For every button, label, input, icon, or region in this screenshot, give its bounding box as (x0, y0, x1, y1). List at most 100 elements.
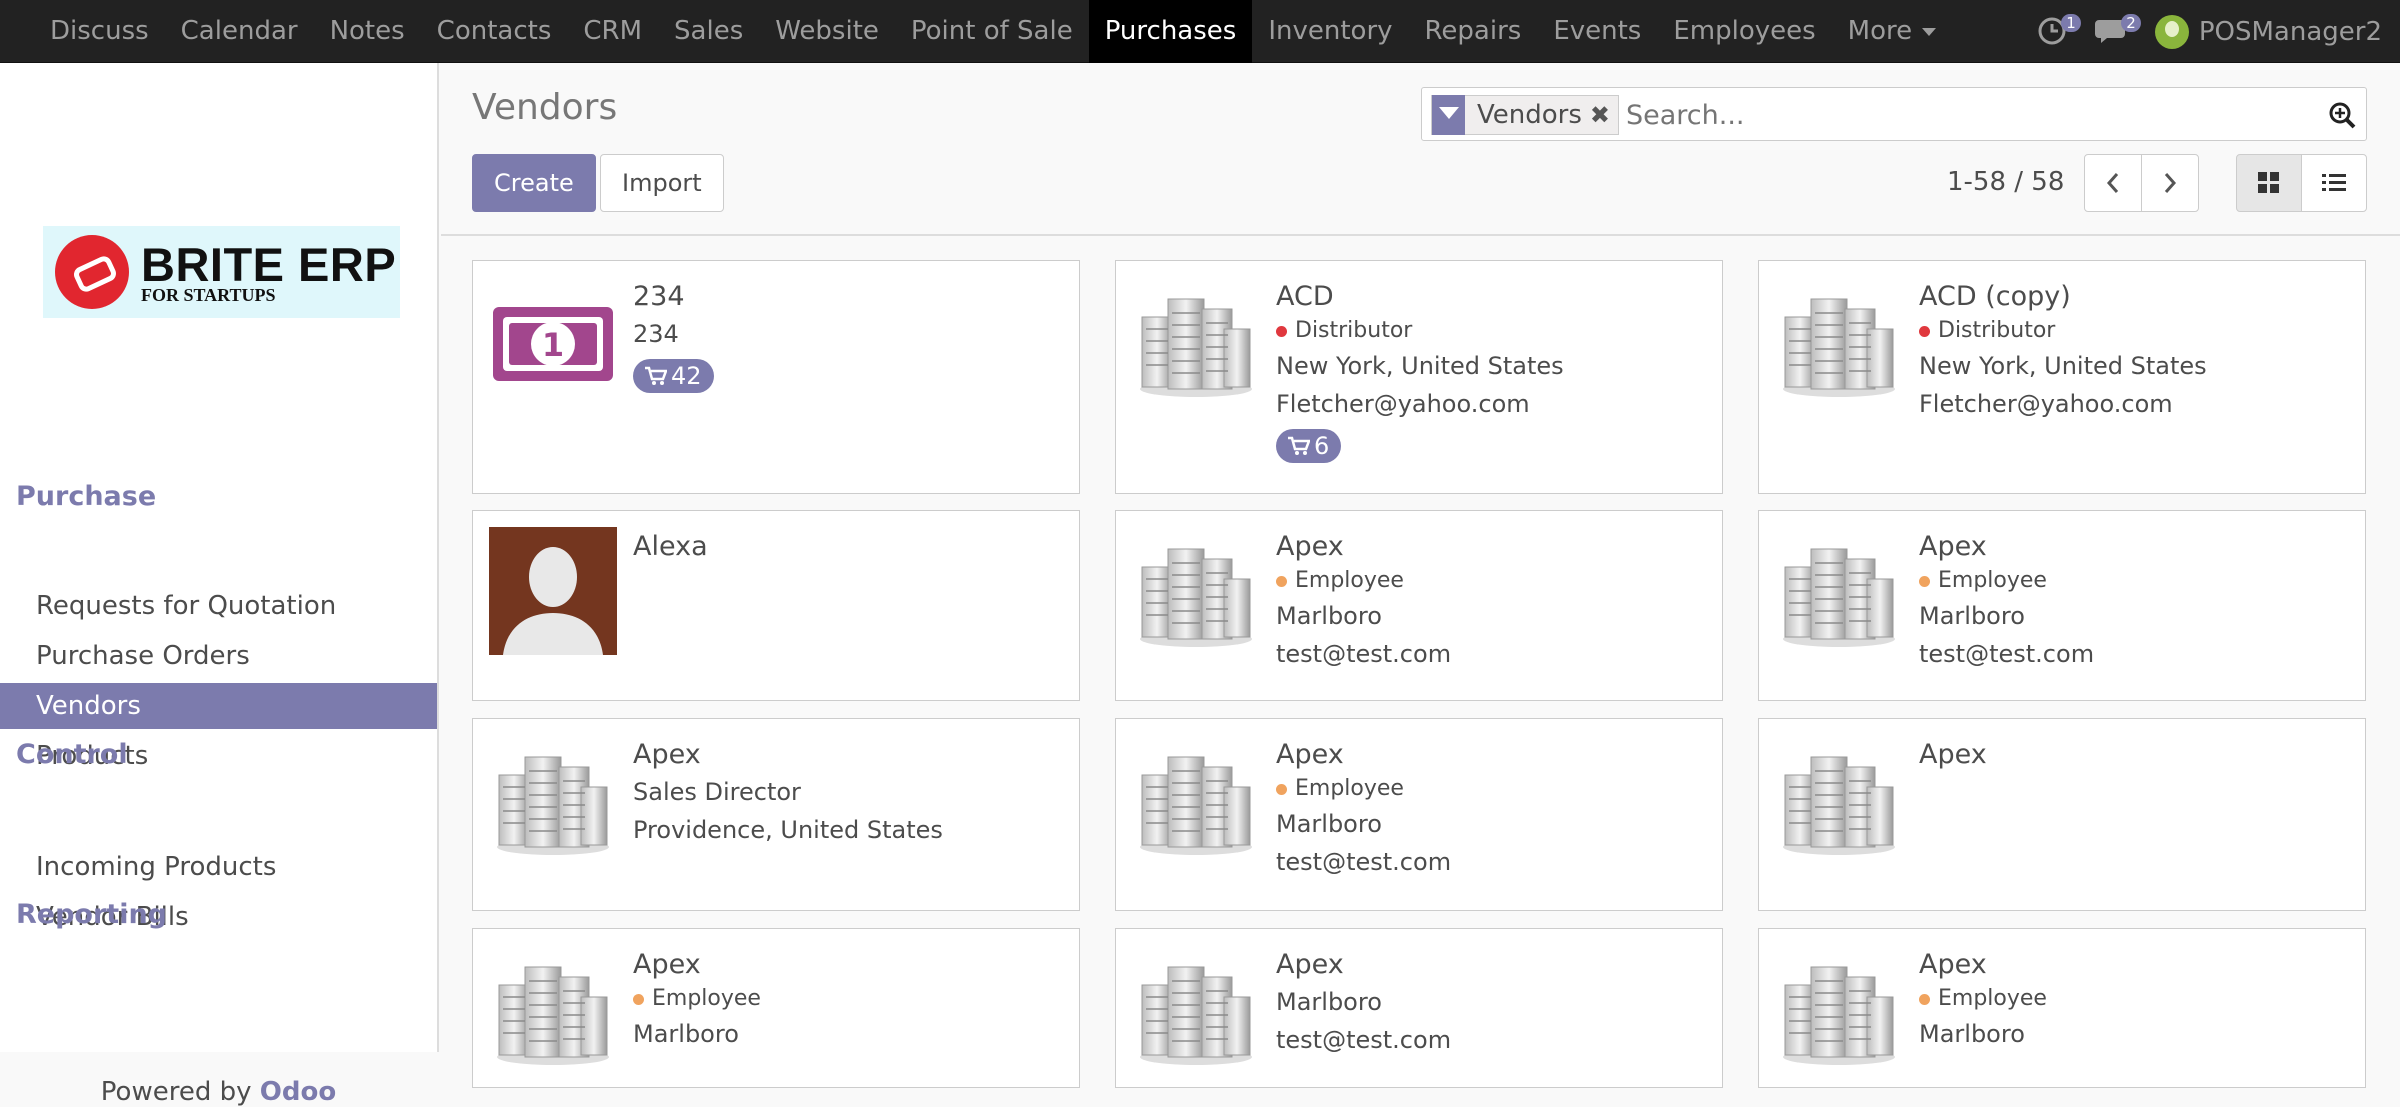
menu-item-employees[interactable]: Employees (1657, 0, 1831, 63)
logo-mark (55, 235, 129, 309)
pager-value[interactable]: 1-58 / 58 (1947, 167, 2064, 197)
sidebar-item-requests-for-quotation[interactable]: Requests for Quotation (0, 583, 437, 629)
menu-item-point-of-sale[interactable]: Point of Sale (895, 0, 1089, 63)
vendor-card[interactable]: Apex Sales Director Providence, United Sta… (472, 718, 1080, 911)
search-bar: Vendors ✖ (1421, 87, 2367, 141)
building-icon (1132, 529, 1260, 657)
tag-color-dot (1919, 325, 1930, 337)
kanban-view-button[interactable] (2236, 154, 2302, 212)
menu-item-label: Purchases (1104, 16, 1237, 46)
vendor-name: Apex (633, 949, 701, 980)
tag-label: Distributor (1938, 318, 2056, 343)
menu-item-label: Notes (329, 16, 405, 46)
menu-item-label: Website (775, 16, 879, 46)
vendor-card[interactable]: Apex Employee Marlboro test@test.com (1115, 718, 1723, 911)
section-reporting[interactable]: Reporting (16, 899, 167, 930)
menu-item-calendar[interactable]: Calendar (165, 0, 314, 63)
sidebar-item-purchase-orders[interactable]: Purchase Orders (0, 633, 437, 679)
vendor-card[interactable]: ACD Distributor New York, United States Fle… (1115, 260, 1723, 494)
vendor-detail: Marlboro (1276, 810, 1382, 838)
menu-item-notes[interactable]: Notes (314, 0, 421, 63)
create-button[interactable]: Create (472, 154, 596, 212)
user-menu[interactable]: POSManager2 (2199, 17, 2382, 47)
menu-item-label: Calendar (180, 16, 298, 46)
vendor-detail: Fletcher@yahoo.com (1276, 390, 1530, 418)
control-panel: Vendors Create Import Vendors ✖ 1-58 / 5… (441, 63, 2400, 236)
menu-item-label: Point of Sale (910, 16, 1073, 46)
company-logo: BRITE ERP FOR STARTUPS (43, 226, 400, 318)
grid-icon (2258, 172, 2279, 193)
vendor-card[interactable]: Apex (1758, 718, 2366, 911)
menu-item-crm[interactable]: CRM (567, 0, 658, 63)
vendor-card[interactable]: Apex Employee Marlboro test@test.com (1758, 510, 2366, 701)
menu-item-more[interactable]: More (1832, 0, 1952, 63)
vendor-card[interactable]: Apex Employee Marlboro test@test.com (1115, 510, 1723, 701)
vendor-name: Apex (1919, 739, 1987, 770)
vendor-card[interactable]: Apex Employee Marlboro (472, 928, 1080, 1088)
vendor-name: Apex (1919, 531, 1987, 562)
building-icon (1775, 279, 1903, 407)
logo-title: BRITE ERP (141, 237, 397, 291)
vendor-detail: test@test.com (1276, 640, 1452, 668)
building-icon (489, 947, 617, 1075)
chevron-right-icon (2164, 173, 2177, 193)
menu-item-events[interactable]: Events (1537, 0, 1657, 63)
vendor-name: Apex (633, 739, 701, 770)
vendor-detail: 234 (633, 320, 679, 348)
vendor-tag: Distributor (1919, 315, 2355, 347)
vendor-detail: test@test.com (1919, 640, 2095, 668)
vendor-name: 234 (633, 281, 685, 312)
menu-item-repairs[interactable]: Repairs (1409, 0, 1538, 63)
activity-clock-icon[interactable]: 1 (2035, 12, 2081, 52)
menu-item-website[interactable]: Website (759, 0, 895, 63)
pager-next-button[interactable] (2141, 154, 2199, 212)
user-avatar[interactable] (2154, 14, 2189, 49)
menu-item-label: Inventory (1268, 16, 1393, 46)
sidebar-item-vendors[interactable]: Vendors (0, 683, 437, 729)
purchase-count-badge[interactable]: 6 (1276, 429, 1342, 463)
vendor-detail: Marlboro (1276, 988, 1382, 1016)
list-view-button[interactable] (2301, 154, 2367, 212)
menu-item-label: Repairs (1424, 16, 1522, 46)
powered-by: Powered by Odoo (0, 1077, 437, 1107)
menu-item-label: Sales (674, 16, 744, 46)
menu-item-purchases[interactable]: Purchases (1088, 0, 1253, 63)
messages-icon[interactable]: 2 (2094, 12, 2141, 52)
app-menu: Discuss Calendar Notes Contacts CRM Sales Webs… (34, 0, 1952, 63)
building-icon (1132, 947, 1260, 1075)
vendor-card[interactable]: Apex Employee Marlboro (1758, 928, 2366, 1088)
vendor-name: Apex (1276, 531, 1344, 562)
menu-item-discuss[interactable]: Discuss (34, 0, 165, 63)
tag-color-dot (633, 993, 644, 1005)
vendor-detail: Providence, United States (633, 816, 943, 844)
vendor-card[interactable]: Apex Marlboro test@test.com (1115, 928, 1723, 1088)
pager-previous-button[interactable] (2084, 154, 2142, 212)
tag-color-dot (1276, 575, 1287, 587)
caret-down-icon (1922, 27, 1937, 36)
top-navbar: Discuss Calendar Notes Contacts CRM Sales Webs… (0, 0, 2400, 63)
search-input[interactable] (1626, 96, 2316, 134)
person-avatar (489, 527, 617, 655)
messages-badge: 2 (2121, 13, 2141, 32)
cart-icon (1288, 436, 1311, 455)
powered-by-brand[interactable]: Odoo (260, 1077, 336, 1107)
import-button[interactable]: Import (600, 154, 724, 212)
sidebar-item-incoming-products[interactable]: Incoming Products (0, 844, 437, 890)
menu-item-label: Discuss (50, 16, 149, 46)
vendor-name: ACD (1276, 281, 1334, 312)
list-icon (2322, 174, 2346, 191)
menu-item-inventory[interactable]: Inventory (1252, 0, 1408, 63)
search-icon[interactable] (2328, 101, 2356, 129)
vendor-name: Apex (1919, 949, 1987, 980)
vendor-card[interactable]: 1 234 234 42 (472, 260, 1080, 494)
menu-item-label: Events (1553, 16, 1642, 46)
facet-remove-icon[interactable]: ✖ (1590, 101, 1618, 129)
menu-item-contacts[interactable]: Contacts (421, 0, 568, 63)
menu-item-sales[interactable]: Sales (658, 0, 759, 63)
vendor-card[interactable]: Alexa (472, 510, 1080, 701)
tag-color-dot (1919, 575, 1930, 587)
purchase-count-badge[interactable]: 42 (633, 359, 714, 393)
vendor-name: Apex (1276, 739, 1344, 770)
tag-label: Employee (1938, 568, 2047, 593)
vendor-card[interactable]: ACD (copy) Distributor New York, United St… (1758, 260, 2366, 494)
